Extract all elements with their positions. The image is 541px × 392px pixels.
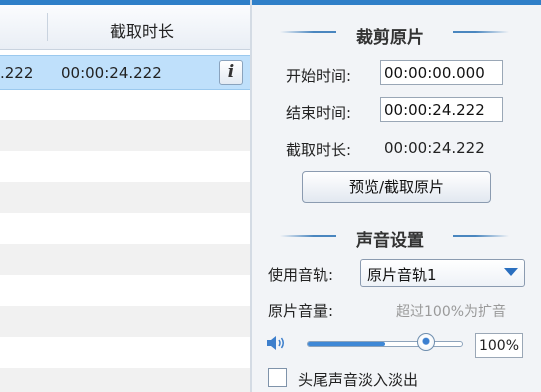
cell-duration: 00:00:24.222 (61, 64, 162, 82)
section-divider (453, 31, 509, 33)
duration-label: 截取时长: (286, 141, 352, 159)
chevron-down-icon[interactable] (504, 268, 518, 276)
table-row[interactable] (0, 151, 250, 182)
duration-value: 00:00:24.222 (384, 139, 485, 157)
speaker-icon[interactable] (266, 334, 286, 352)
fade-label[interactable]: 头尾声音淡入淡出 (298, 369, 418, 390)
table-row[interactable] (0, 306, 250, 337)
fade-checkbox[interactable] (268, 368, 287, 387)
clip-list: 截取时长 .222 00:00:24.222 i (0, 5, 250, 392)
table-row[interactable] (0, 337, 250, 368)
start-time-input[interactable]: 00:00:00.000 (380, 60, 503, 85)
volume-slider-fill (308, 342, 385, 346)
settings-panel: 裁剪原片 开始时间: 00:00:00.000 结束时间: 00:00:24.2… (252, 5, 541, 392)
volume-percent-input[interactable]: 100% (475, 333, 523, 358)
audio-track-select[interactable]: 原片音轨1 (360, 259, 525, 287)
section-title-trim: 裁剪原片 (356, 28, 424, 48)
list-header: 截取时长 (0, 5, 250, 50)
section-divider (280, 31, 336, 33)
start-time-label: 开始时间: (286, 67, 352, 85)
section-divider (280, 235, 336, 237)
table-row[interactable] (0, 182, 250, 213)
volume-slider[interactable] (307, 341, 463, 347)
info-icon[interactable]: i (219, 60, 243, 85)
table-row[interactable] (0, 368, 250, 392)
table-row-selected[interactable]: .222 00:00:24.222 i (0, 55, 250, 90)
section-divider (453, 235, 509, 237)
table-row[interactable] (0, 89, 250, 120)
audio-track-label: 使用音轨: (268, 266, 334, 284)
table-row[interactable] (0, 120, 250, 151)
volume-slider-knob[interactable] (417, 333, 435, 351)
end-time-input[interactable]: 00:00:24.222 (380, 97, 503, 122)
table-row[interactable] (0, 244, 250, 275)
section-title-audio: 声音设置 (356, 231, 424, 251)
volume-label: 原片音量: (268, 302, 334, 320)
cell-start-time: .222 (0, 64, 34, 82)
table-row[interactable] (0, 213, 250, 244)
table-row[interactable] (0, 275, 250, 306)
volume-hint: 超过100%为扩音 (396, 304, 507, 320)
preview-trim-button[interactable]: 预览/截取原片 (302, 171, 491, 203)
column-header-duration[interactable]: 截取时长 (110, 18, 174, 42)
column-separator[interactable] (47, 13, 48, 41)
audio-track-value: 原片音轨1 (367, 266, 437, 284)
end-time-label: 结束时间: (286, 104, 352, 122)
